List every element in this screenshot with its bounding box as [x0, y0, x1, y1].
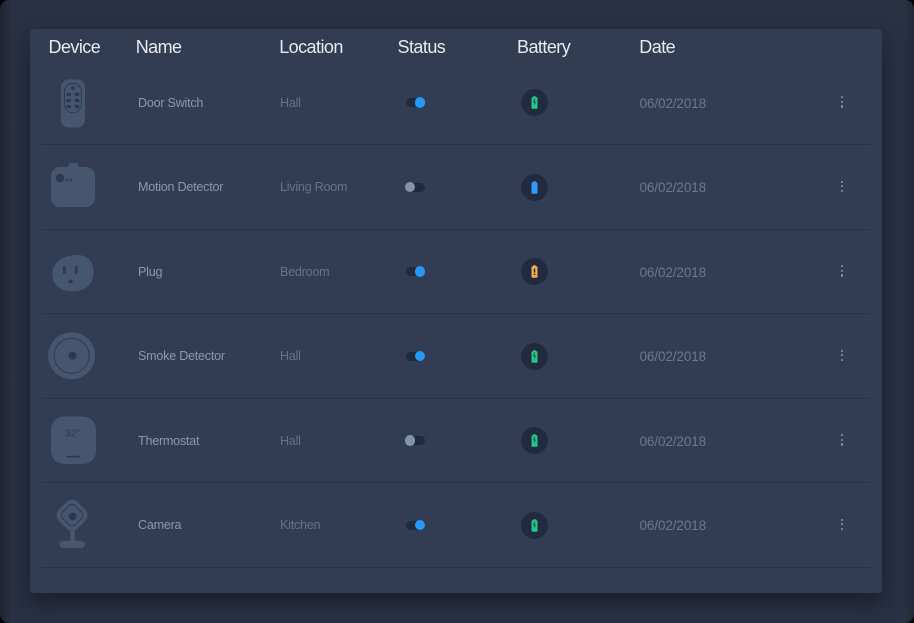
- svg-text:32°: 32°: [65, 427, 81, 439]
